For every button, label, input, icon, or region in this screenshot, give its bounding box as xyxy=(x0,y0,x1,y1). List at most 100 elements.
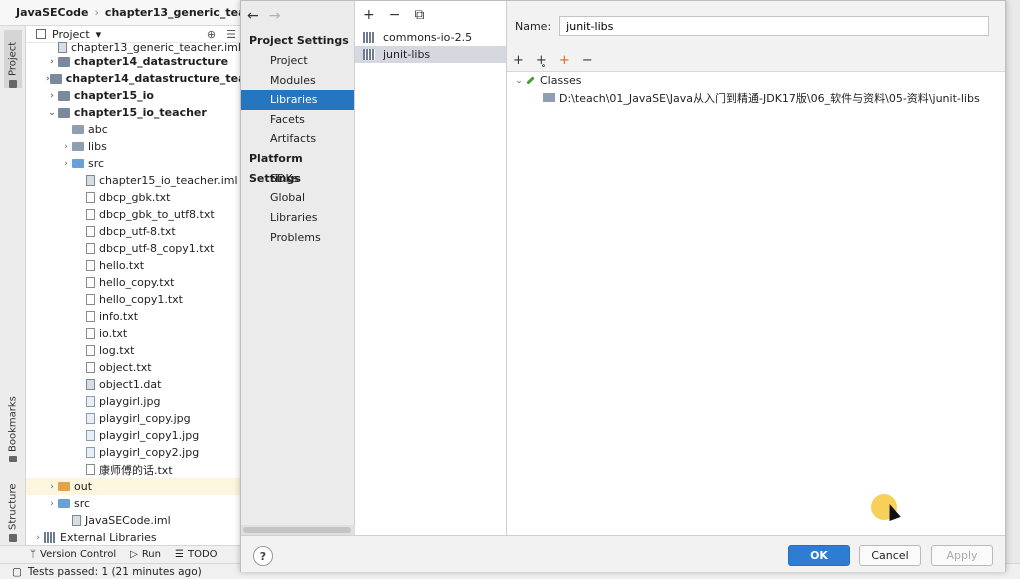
tree-item[interactable]: playgirl_copy2.jpg xyxy=(26,444,240,461)
tree-item[interactable]: chapter13_generic_teacher.iml xyxy=(26,41,241,54)
tree-item[interactable]: › External Libraries xyxy=(26,529,240,546)
chevron-right-icon[interactable]: › xyxy=(46,482,58,492)
tree-item[interactable]: dbcp_gbk_to_utf8.txt xyxy=(26,206,240,223)
remove-library-icon[interactable]: − xyxy=(389,7,401,23)
classes-toolbar: + +̥ + − xyxy=(513,53,593,68)
tree-item[interactable]: abc xyxy=(26,121,240,138)
copy-library-icon[interactable]: ⧉ xyxy=(414,7,424,23)
tree-item[interactable]: › src xyxy=(26,155,240,172)
chevron-down-icon[interactable]: ⌄ xyxy=(513,76,525,86)
chevron-right-icon[interactable]: › xyxy=(60,142,72,152)
chevron-down-icon[interactable]: ⌄ xyxy=(46,108,58,118)
class-root-path[interactable]: D:\teach\01_JavaSE\Java从入门到精通-JDK17版\06_… xyxy=(507,89,1005,106)
status-message[interactable]: Tests passed: 1 (21 minutes ago) xyxy=(28,566,202,578)
tree-item-label: JavaSECode.iml xyxy=(85,514,171,527)
tree-item[interactable]: playgirl.jpg xyxy=(26,393,240,410)
library-name-input[interactable] xyxy=(559,16,990,36)
tree-item[interactable]: dbcp_utf-8.txt xyxy=(26,223,240,240)
tree-item[interactable]: 康师傅的话.txt xyxy=(26,461,240,478)
todo-tab[interactable]: ☰ TODO xyxy=(175,549,218,560)
category-problems[interactable]: Problems xyxy=(241,228,354,248)
chevron-right-icon[interactable]: › xyxy=(60,159,72,169)
tree-item[interactable]: › src xyxy=(26,495,240,512)
breadcrumb: JavaSECode › chapter13_generic_teacher xyxy=(0,0,240,26)
project-tool-tab[interactable]: Project xyxy=(4,30,22,88)
tree-item[interactable]: playgirl_copy.jpg xyxy=(26,410,240,427)
tree-item[interactable]: playgirl_copy1.jpg xyxy=(26,427,240,444)
chevron-right-icon[interactable]: › xyxy=(46,499,58,509)
tree-item[interactable]: › chapter15_io xyxy=(26,87,240,104)
locate-icon[interactable]: ⊕ xyxy=(207,28,216,41)
library-item-junit-libs[interactable]: junit-libs xyxy=(355,46,506,63)
library-list-panel: + − ⧉ commons-io-2.5 junit-libs xyxy=(355,1,507,535)
bookmarks-tool-tab[interactable]: Bookmarks xyxy=(4,396,22,462)
right-edge-strip xyxy=(1006,0,1020,563)
tree-item-label: chapter14_datastructure xyxy=(74,55,229,68)
category-modules[interactable]: Modules xyxy=(241,71,354,91)
chevron-down-icon[interactable]: ▾ xyxy=(96,28,102,41)
attach-files-icon[interactable]: + xyxy=(559,53,570,68)
project-view-selector[interactable]: Project xyxy=(52,28,90,41)
ok-button[interactable]: OK xyxy=(788,545,850,566)
version-control-tab[interactable]: ᛘ Version Control xyxy=(30,549,116,560)
chevron-right-icon[interactable]: › xyxy=(46,57,58,67)
chevron-right-icon[interactable]: › xyxy=(32,533,44,543)
bookmark-icon xyxy=(9,455,17,462)
module-icon xyxy=(58,56,70,67)
project-icon xyxy=(9,80,17,88)
category-artifacts[interactable]: Artifacts xyxy=(241,129,354,149)
add-library-icon[interactable]: + xyxy=(363,7,375,23)
tree-item[interactable]: io.txt xyxy=(26,325,240,342)
add-with-config-icon[interactable]: +̥ xyxy=(536,53,547,68)
file-icon xyxy=(86,277,95,288)
tree-item-label: log.txt xyxy=(99,344,135,357)
breadcrumb-item-project[interactable]: JavaSECode xyxy=(16,6,89,19)
file-icon xyxy=(86,345,95,356)
tree-item[interactable]: chapter15_io_teacher.iml xyxy=(26,172,240,189)
category-project[interactable]: Project xyxy=(241,51,354,71)
tree-item[interactable]: dbcp_gbk.txt xyxy=(26,189,240,206)
breadcrumb-item-module[interactable]: chapter13_generic_teacher xyxy=(105,6,240,19)
tree-item[interactable]: › libs xyxy=(26,138,240,155)
classes-node[interactable]: ⌄ Classes xyxy=(507,72,1005,89)
tree-item[interactable]: object.txt xyxy=(26,359,240,376)
cancel-button[interactable]: Cancel xyxy=(859,545,921,566)
tree-item[interactable]: dbcp_utf-8_copy1.txt xyxy=(26,240,240,257)
tree-item[interactable]: › chapter14_datastructure xyxy=(26,53,240,70)
library-item-commons-io[interactable]: commons-io-2.5 xyxy=(355,29,506,46)
collapse-all-icon[interactable]: ☰ xyxy=(226,28,236,41)
category-global-libraries[interactable]: Global Libraries xyxy=(241,188,354,224)
tree-item[interactable]: JavaSECode.iml xyxy=(26,512,240,529)
tree-item-label: chapter15_io_teacher.iml xyxy=(99,174,238,187)
chevron-right-icon[interactable]: › xyxy=(46,91,58,101)
file-icon xyxy=(86,226,95,237)
category-facets[interactable]: Facets xyxy=(241,110,354,130)
category-scrollbar[interactable] xyxy=(241,525,355,535)
module-icon xyxy=(58,107,70,118)
forward-arrow-icon[interactable]: → xyxy=(269,8,281,24)
tree-item[interactable]: hello.txt xyxy=(26,257,240,274)
apply-button[interactable]: Apply xyxy=(931,545,993,566)
tree-item[interactable]: hello_copy.txt xyxy=(26,274,240,291)
bottom-tool-bar: ᛘ Version Control ▷ Run ☰ TODO xyxy=(0,545,240,563)
add-root-icon[interactable]: + xyxy=(513,53,524,68)
tree-item[interactable]: log.txt xyxy=(26,342,240,359)
help-button[interactable]: ? xyxy=(253,546,273,566)
remove-root-icon[interactable]: − xyxy=(582,53,593,68)
tree-item[interactable]: ⌄ chapter15_io_teacher xyxy=(26,104,240,121)
category-libraries[interactable]: Libraries xyxy=(241,90,354,110)
tree-item[interactable]: › chapter14_datastructure_teacher xyxy=(26,70,273,87)
tree-item-label: src xyxy=(88,157,105,170)
tree-item[interactable]: info.txt xyxy=(26,308,240,325)
jpg-icon xyxy=(86,447,95,458)
iml-icon xyxy=(72,515,81,526)
tree-item[interactable]: › out xyxy=(26,478,240,495)
tree-item[interactable]: object1.dat xyxy=(26,376,240,393)
run-tab[interactable]: ▷ Run xyxy=(130,549,161,560)
tree-item[interactable]: hello_copy1.txt xyxy=(26,291,240,308)
file-icon xyxy=(86,311,95,322)
file-icon xyxy=(86,294,95,305)
scrollbar-thumb[interactable] xyxy=(243,527,351,533)
structure-tool-tab[interactable]: Structure xyxy=(4,478,22,542)
back-arrow-icon[interactable]: ← xyxy=(247,8,259,24)
